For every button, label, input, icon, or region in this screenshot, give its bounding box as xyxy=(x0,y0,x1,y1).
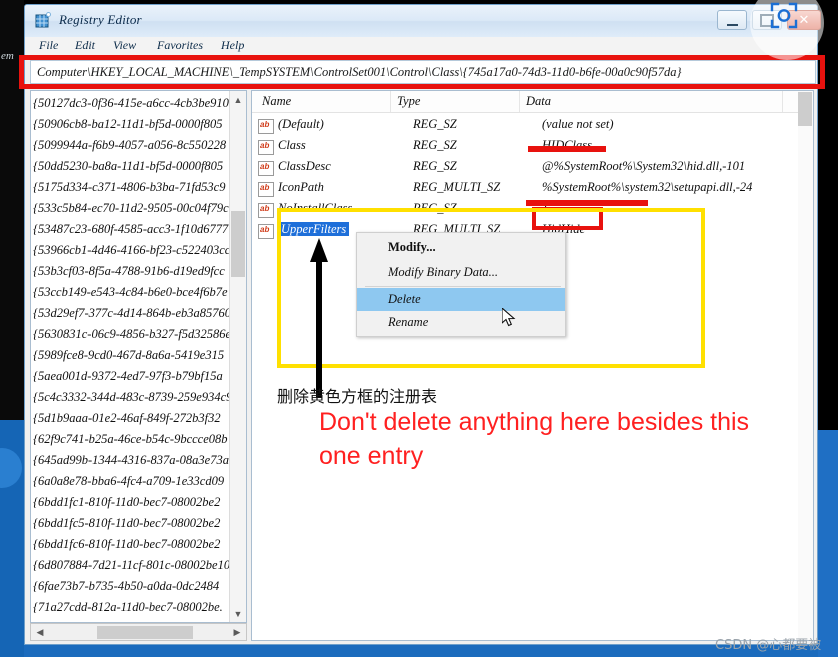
column-divider[interactable] xyxy=(390,91,391,112)
tree-item[interactable]: {53d29ef7-377c-4d14-864b-eb3a85760 xyxy=(33,303,231,324)
value-type-cell: REG_SZ xyxy=(413,117,457,131)
value-type-cell: REG_SZ xyxy=(413,159,457,173)
tree-item[interactable]: {6a0a8e78-bba6-4fc4-a709-1e33cd09 xyxy=(33,471,224,492)
tree-item[interactable]: {533c5b84-ec70-11d2-9505-00c04f79c xyxy=(33,198,229,219)
tree-item[interactable]: {5099944a-f6b9-4057-a056-8c550228 xyxy=(33,135,226,156)
tree-item[interactable]: {50dd5230-ba8a-11d1-bf5d-0000f805 xyxy=(33,156,223,177)
tree-horizontal-scrollbar[interactable]: ◀ ▶ xyxy=(30,623,247,641)
menu-item-view[interactable]: View xyxy=(113,38,136,53)
value-type-cell: REG_MULTI_SZ xyxy=(413,180,501,194)
list-row[interactable]: ClassDesc REG_SZ @%SystemRoot%\System32\hi… xyxy=(252,157,813,178)
chevron-up-icon[interactable]: ▲ xyxy=(230,91,246,108)
value-name-cell: IconPath xyxy=(278,180,324,194)
value-data-cell: (value not set) xyxy=(542,117,614,131)
list-column-header: Name Type Data xyxy=(252,91,813,113)
ab-string-value-icon xyxy=(258,203,274,218)
context-menu-item-modify-binary-data[interactable]: Modify Binary Data... xyxy=(357,261,565,284)
tree-item[interactable]: {6bdd1fc5-810f-11d0-bec7-08002be2 xyxy=(33,513,220,534)
red-underline-noinstallclass xyxy=(526,200,648,206)
window-title: Registry Editor xyxy=(59,12,142,27)
tree-item[interactable]: {5630831c-06c9-4856-b327-f5d32586e xyxy=(33,324,231,345)
title-bar[interactable]: Registry Editor ✕ xyxy=(25,5,821,38)
desktop-bottom-bar xyxy=(24,643,818,657)
tree-item[interactable]: {50127dc3-0f36-415e-a6cc-4cb3be910 xyxy=(33,93,229,114)
minimize-button[interactable] xyxy=(717,10,747,30)
chevron-left-icon[interactable]: ◀ xyxy=(32,624,48,640)
ab-string-value-icon xyxy=(258,182,274,197)
tree-item[interactable]: {5aea001d-9372-4ed7-97f3-b79bf15a xyxy=(33,366,223,387)
mouse-cursor-icon xyxy=(501,306,516,328)
minimize-icon xyxy=(718,11,746,29)
tree-item[interactable]: {53b3cf03-8f5a-4788-91b6-d19ed9fcc xyxy=(33,261,225,282)
menu-item-file[interactable]: File xyxy=(39,38,58,53)
chevron-right-icon[interactable]: ▶ xyxy=(229,624,245,640)
tree-item[interactable]: {6fae73b7-b735-4b50-a0da-0dc2484 xyxy=(33,576,219,597)
red-underline-hidclass xyxy=(528,146,606,152)
chevron-down-icon[interactable]: ▼ xyxy=(230,605,246,622)
tree-item[interactable]: {5989fce8-9cd0-467d-8a6a-5419e315 xyxy=(33,345,224,366)
tree-scroll-thumb[interactable] xyxy=(231,211,245,277)
context-menu-item-rename[interactable]: Rename xyxy=(357,311,565,334)
value-data-cell: %SystemRoot%\system32\setupapi.dll,-24 xyxy=(542,180,753,194)
ab-string-value-icon xyxy=(258,224,274,239)
tree-hscroll-thumb[interactable] xyxy=(97,626,193,639)
tree-item[interactable]: {6bdd1fc6-810f-11d0-bec7-08002be2 xyxy=(33,534,220,555)
menu-item-help[interactable]: Help xyxy=(221,38,244,53)
value-name-cell: (Default) xyxy=(278,117,324,131)
ab-string-value-icon xyxy=(258,140,274,155)
column-header-data[interactable]: Data xyxy=(526,94,551,109)
column-header-type[interactable]: Type xyxy=(397,94,420,109)
tree-item[interactable]: {50906cb8-ba12-11d1-bf5d-0000f805 xyxy=(33,114,222,135)
tree-item[interactable]: {53487c23-680f-4585-acc3-1f10d6777 xyxy=(33,219,228,240)
tree-item[interactable]: {5c4c3332-344d-483c-8739-259e934c9 xyxy=(33,387,232,408)
menu-bar: File Edit View Favorites Help xyxy=(25,37,817,57)
registry-key-tree[interactable]: {50127dc3-0f36-415e-a6cc-4cb3be910 {50906… xyxy=(30,90,247,623)
chinese-annotation-text: 删除黄色方框的注册表 xyxy=(277,387,438,406)
tree-item[interactable]: {53ccb149-e543-4c84-b6e0-bce4f6b7e xyxy=(33,282,228,303)
value-data-cell: @%SystemRoot%\System32\hid.dll,-101 xyxy=(542,159,746,173)
registry-editor-icon xyxy=(35,12,52,29)
ab-string-value-icon xyxy=(258,119,274,134)
tree-item[interactable]: {645ad99b-1344-4316-837a-08a3e73a xyxy=(33,450,229,471)
tree-item[interactable]: {5d1b9aaa-01e2-46af-849f-272b3f32 xyxy=(33,408,221,429)
csdn-watermark: CSDN @心都要被 xyxy=(715,638,822,653)
tree-item[interactable]: {6d807884-7d21-11cf-801c-08002be10 xyxy=(33,555,230,576)
value-type-cell: REG_SZ xyxy=(413,138,457,152)
list-vertical-scrollbar[interactable] xyxy=(798,91,813,640)
list-row[interactable]: IconPath REG_MULTI_SZ %SystemRoot%\system3… xyxy=(252,178,813,199)
value-name-cell: Class xyxy=(278,138,306,152)
menu-item-edit[interactable]: Edit xyxy=(75,38,95,53)
tree-item[interactable]: {62f9c741-b25a-46ce-b54c-9bccce08b xyxy=(33,429,228,450)
black-arrow-annotation xyxy=(308,238,330,398)
list-row[interactable]: (Default) REG_SZ (value not set) xyxy=(252,115,813,136)
value-name-cell: ClassDesc xyxy=(278,159,331,173)
tree-item[interactable]: {71a27cdd-812a-11d0-bec7-08002be. xyxy=(33,597,223,618)
desktop-right-blue-strip xyxy=(818,430,838,657)
context-menu[interactable]: Modify... Modify Binary Data... Delete R… xyxy=(356,232,566,337)
context-menu-item-modify[interactable]: Modify... xyxy=(357,236,565,259)
context-menu-item-delete[interactable]: Delete xyxy=(357,288,565,311)
registry-editor-window: Registry Editor ✕ File Edit View Favorit… xyxy=(19,4,825,653)
column-divider[interactable] xyxy=(519,91,520,112)
menu-item-favorites[interactable]: Favorites xyxy=(157,38,203,53)
context-menu-separator xyxy=(365,286,561,287)
column-header-name[interactable]: Name xyxy=(262,94,291,109)
ab-string-value-icon xyxy=(258,161,274,176)
list-scroll-thumb[interactable] xyxy=(798,92,812,126)
tree-item[interactable]: {53966cb1-4d46-4166-bf23-c522403cc xyxy=(33,240,230,261)
column-divider[interactable] xyxy=(782,91,783,112)
tree-item[interactable]: {5175d334-c371-4806-b3ba-71fd53c9 xyxy=(33,177,225,198)
tree-vertical-scrollbar[interactable]: ▲ ▼ xyxy=(229,91,246,622)
address-bar-red-highlight xyxy=(19,55,825,89)
english-annotation-text: Don't delete anything here besides this … xyxy=(319,408,750,470)
tree-item[interactable]: {6bdd1fc1-810f-11d0-bec7-08002be2 xyxy=(33,492,220,513)
